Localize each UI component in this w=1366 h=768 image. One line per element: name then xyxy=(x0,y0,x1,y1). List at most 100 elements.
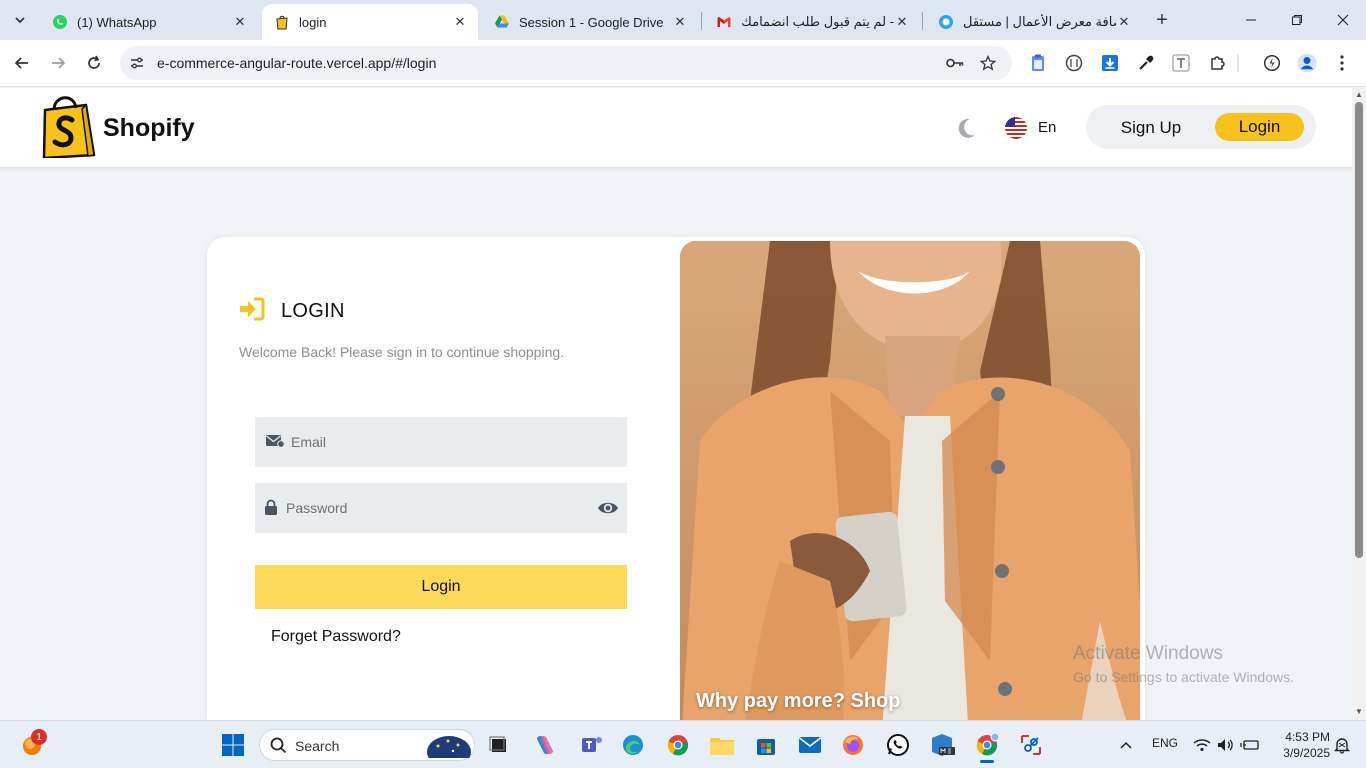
taskbar-search[interactable]: Search xyxy=(259,729,475,768)
show-hidden-icons-button[interactable] xyxy=(1112,731,1140,759)
language-selector[interactable]: En xyxy=(1038,119,1056,136)
chrome-profile-app[interactable] xyxy=(973,731,1001,763)
extension-eyedropper-icon[interactable] xyxy=(1135,52,1157,74)
m365-app[interactable] xyxy=(928,731,956,759)
chrome-app[interactable] xyxy=(664,731,692,759)
dark-mode-moon-icon[interactable] xyxy=(954,116,978,140)
extension-text-icon[interactable] xyxy=(1170,52,1192,74)
notification-center-button[interactable] xyxy=(1328,731,1356,759)
system-clock[interactable]: 4:53 PM 3/9/2025 xyxy=(1270,729,1330,761)
envelope-icon xyxy=(265,433,285,451)
search-icon xyxy=(270,737,287,757)
new-tab-button[interactable]: + xyxy=(1150,8,1174,32)
edge-app[interactable] xyxy=(619,731,647,759)
url-text: e-commerce-angular-route.vercel.app/#/lo… xyxy=(157,55,437,71)
brand-name[interactable]: Shopify xyxy=(103,114,195,143)
login-nav-button[interactable]: Login xyxy=(1215,113,1304,141)
email-field[interactable]: Email xyxy=(255,417,627,467)
tab-title: (1) WhatsApp xyxy=(77,14,157,30)
battery-plug-icon xyxy=(1240,740,1259,750)
extension-download-icon[interactable] xyxy=(1099,52,1121,74)
mail-icon xyxy=(799,737,821,753)
us-flag-icon[interactable] xyxy=(1005,117,1027,139)
bookmark-star-icon[interactable] xyxy=(979,54,997,72)
wifi-icon xyxy=(1193,739,1211,752)
password-field[interactable]: Password xyxy=(255,483,627,533)
site-info-icon[interactable] xyxy=(128,54,146,72)
mail-app[interactable] xyxy=(796,731,824,759)
volume-icon xyxy=(1218,739,1233,751)
snipping-tool-app[interactable] xyxy=(1017,731,1045,759)
battery-status[interactable] xyxy=(1236,731,1264,759)
close-icon[interactable]: ✕ xyxy=(672,14,688,30)
firefox-app[interactable] xyxy=(839,731,867,759)
copilot-app[interactable] xyxy=(531,731,559,759)
email-placeholder: Email xyxy=(291,434,327,450)
tab-separator xyxy=(922,12,923,30)
chrome-active-icon xyxy=(976,732,1000,756)
minimize-button[interactable] xyxy=(1228,0,1274,40)
forget-password-link[interactable]: Forget Password? xyxy=(271,628,401,646)
hero-photo: Why pay more? Shop xyxy=(680,241,1140,720)
reload-button[interactable] xyxy=(79,48,109,78)
address-bar[interactable]: e-commerce-angular-route.vercel.app/#/lo… xyxy=(120,46,1012,80)
teams-app[interactable] xyxy=(578,731,606,759)
signup-button[interactable]: Sign Up xyxy=(1108,114,1194,142)
clock-date: 3/9/2025 xyxy=(1283,746,1330,760)
task-view-button[interactable] xyxy=(484,731,512,759)
password-key-icon[interactable] xyxy=(946,54,964,72)
lock-icon xyxy=(264,499,282,517)
page-scrollbar[interactable]: ▲ ▼ xyxy=(1352,88,1366,720)
search-highlight-icon xyxy=(426,732,472,768)
site-header: Shopify En Sign Up Login xyxy=(0,88,1352,167)
close-icon xyxy=(1337,14,1349,26)
teams-icon xyxy=(582,737,602,752)
tab-title: Session 1 - Google Drive xyxy=(519,14,664,30)
close-icon[interactable]: ✕ xyxy=(894,14,910,30)
microsoft-store-app[interactable] xyxy=(752,731,780,759)
windows-logo-icon xyxy=(222,734,244,756)
start-button[interactable] xyxy=(219,731,247,759)
whatsapp-icon xyxy=(887,734,909,756)
close-icon[interactable]: ✕ xyxy=(1116,14,1132,30)
scroll-up-icon[interactable]: ▲ xyxy=(1355,91,1363,99)
scrollbar-thumb[interactable] xyxy=(1355,102,1363,558)
input-language[interactable]: ENG xyxy=(1152,736,1178,750)
store-icon xyxy=(757,739,775,755)
back-button[interactable] xyxy=(7,48,37,78)
show-password-eye-icon[interactable] xyxy=(597,498,619,518)
browser-tab-bar: (1) WhatsApp ✕ login ✕ Session 1 - Googl… xyxy=(0,0,1366,40)
file-explorer-app[interactable] xyxy=(708,731,736,759)
tab-whatsapp[interactable]: (1) WhatsApp ✕ xyxy=(40,4,258,40)
shopify-logo-icon[interactable] xyxy=(40,96,96,160)
activate-windows-watermark: Activate Windows Go to Settings to activ… xyxy=(1073,643,1294,685)
extension-circle-icon[interactable] xyxy=(1063,52,1085,74)
restore-icon xyxy=(1292,15,1302,25)
login-submit-button[interactable]: Login xyxy=(255,565,627,609)
browser-menu-icon[interactable] xyxy=(1331,52,1353,74)
scroll-down-icon[interactable]: ▼ xyxy=(1355,708,1363,716)
whatsapp-app[interactable] xyxy=(884,731,912,759)
tab-separator xyxy=(701,12,702,30)
forward-button[interactable] xyxy=(43,48,73,78)
tab-login[interactable]: login ✕ xyxy=(262,4,478,40)
whatsapp-icon xyxy=(52,14,68,30)
arrow-right-icon xyxy=(52,57,66,69)
extension-clipboard-icon[interactable] xyxy=(1027,52,1049,74)
google-drive-icon xyxy=(494,14,510,30)
tab-gmail[interactable]: لم يتم قبول طلب انضمامك - ✕ xyxy=(704,4,920,40)
close-window-button[interactable] xyxy=(1320,0,1366,40)
performance-icon[interactable] xyxy=(1261,52,1283,74)
tab-search-button[interactable] xyxy=(6,6,34,34)
close-icon[interactable]: ✕ xyxy=(452,14,468,30)
minimize-icon xyxy=(1246,19,1256,21)
edge-icon xyxy=(623,735,643,755)
sign-in-icon xyxy=(239,297,265,321)
close-icon[interactable]: ✕ xyxy=(232,14,248,30)
tab-mostaql[interactable]: إضافة معرض الأعمال | مستقل ✕ xyxy=(926,4,1142,40)
profile-avatar-icon[interactable] xyxy=(1296,52,1318,74)
chrome-icon xyxy=(667,735,689,756)
extensions-puzzle-icon[interactable] xyxy=(1207,52,1229,74)
restore-button[interactable] xyxy=(1274,0,1320,40)
tab-google-drive[interactable]: Session 1 - Google Drive ✕ xyxy=(482,4,698,40)
